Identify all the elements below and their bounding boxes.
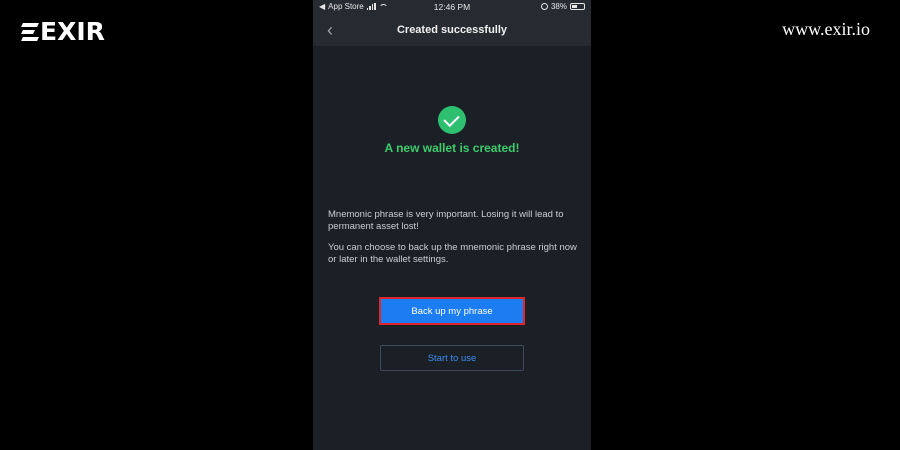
exir-logo: EXIR: [21, 17, 105, 46]
battery-icon: [570, 3, 585, 10]
start-to-use-button[interactable]: Start to use: [380, 345, 524, 371]
status-time: 12:46 PM: [433, 1, 471, 12]
page-title: Created successfully: [396, 23, 508, 36]
exir-logo-mark-icon: [21, 21, 39, 43]
success-message: A new wallet is created!: [384, 141, 520, 155]
brand-url: www.exir.io: [782, 19, 870, 39]
main-content: A new wallet is created! Mnemonic phrase…: [313, 46, 591, 450]
phone-screen: ◀ App Store 12:46 PM 38% ‹ Created succe…: [313, 0, 591, 450]
backup-info-text: You can choose to back up the mnemonic p…: [328, 242, 577, 265]
exir-logo-text: EXIR: [40, 17, 105, 46]
status-bar: ◀ App Store 12:46 PM 38%: [313, 0, 591, 13]
nav-bar: ‹ Created successfully: [313, 13, 591, 46]
back-up-phrase-button[interactable]: Back up my phrase: [379, 297, 525, 325]
chevron-left-icon[interactable]: ‹: [327, 21, 333, 39]
mnemonic-warning-text: Mnemonic phrase is very important. Losin…: [328, 209, 564, 232]
check-circle-icon: [438, 106, 466, 134]
